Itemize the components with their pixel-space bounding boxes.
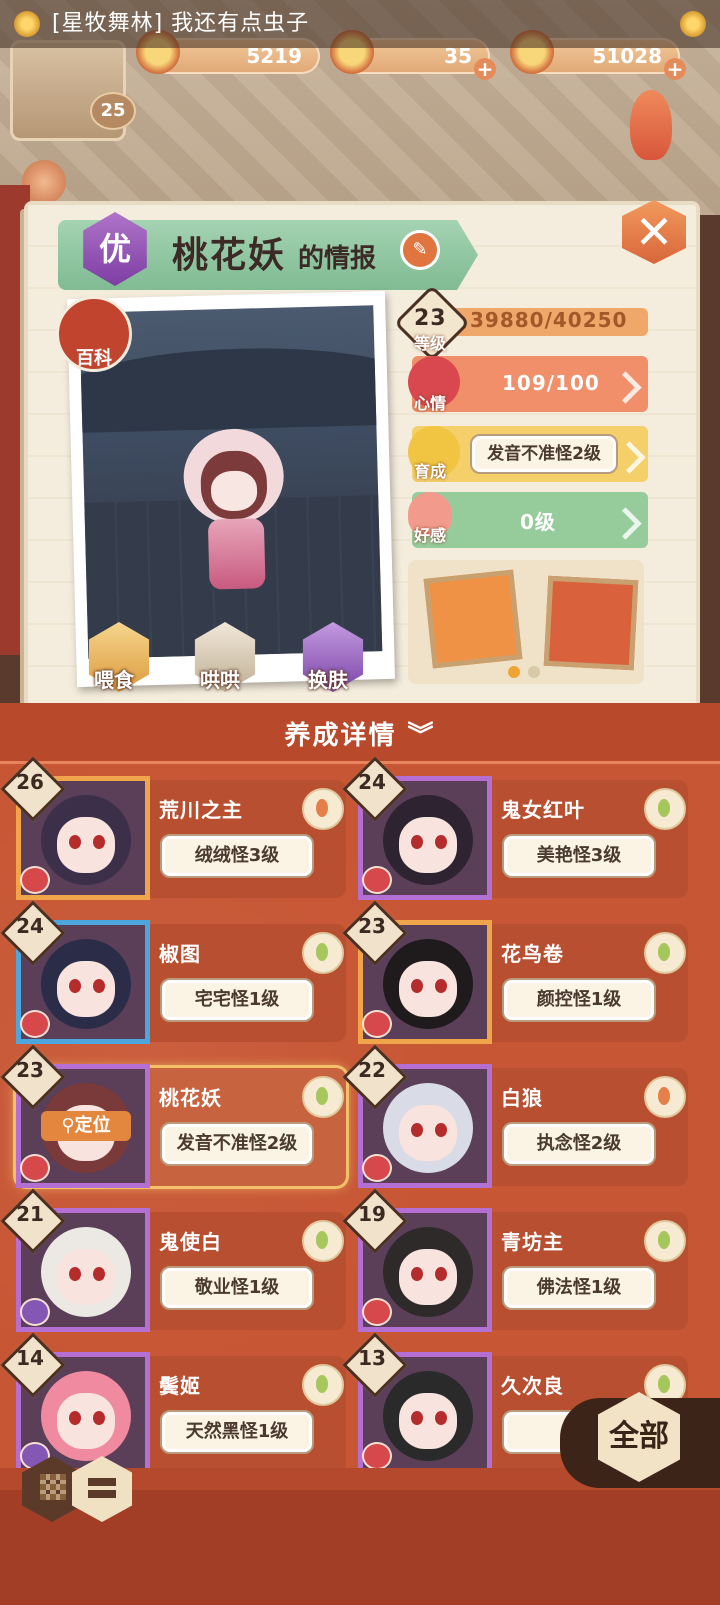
level-label: 等级 (414, 334, 447, 353)
card-tag: 敬业怪1级 (160, 1266, 314, 1310)
page-dot-active (508, 666, 520, 678)
card-tag: 发音不准怪2级 (160, 1122, 314, 1166)
favor-label: 好感 (414, 526, 447, 545)
mood-heart-icon (20, 1010, 50, 1038)
card-level: 19 (358, 1202, 386, 1226)
mood-heart-icon (362, 1154, 392, 1182)
change-skin-label: 换肤 (308, 668, 348, 692)
mood-heart-icon (362, 1010, 392, 1038)
flower-icon (680, 11, 706, 37)
card-level: 23 (358, 914, 386, 938)
growth-label: 育成 (414, 462, 447, 481)
card-name: 青坊主 (501, 1230, 564, 1254)
edit-name-button[interactable]: ✎ (400, 230, 440, 270)
close-icon: ✕ (634, 205, 674, 259)
card-name: 鬼使白 (159, 1230, 222, 1254)
character-card[interactable]: 23 花鸟卷颜控怪1级 (342, 900, 688, 1044)
grid-icon (40, 1474, 66, 1500)
add-resource-2-button[interactable]: + (474, 58, 496, 80)
chat-message: [星牧舞林] 我还有点虫子 (52, 11, 310, 36)
favor-leaf-icon (644, 788, 686, 830)
card-name: 荒川之主 (159, 798, 243, 822)
title-suffix: 的情报 (298, 244, 377, 274)
card-tag: 美艳怪3级 (502, 834, 656, 878)
locate-badge[interactable]: ⚲定位 (41, 1111, 131, 1141)
character-card[interactable]: 24 鬼女红叶美艳怪3级 (342, 756, 688, 900)
level-value: 23 (414, 306, 447, 331)
encyclopedia-label: 百科 (76, 348, 112, 369)
card-name: 鬼女红叶 (501, 798, 585, 822)
card-tag: 佛法怪1级 (502, 1266, 656, 1310)
card-level: 13 (358, 1346, 386, 1370)
mood-heart-icon (20, 1298, 50, 1326)
add-resource-3-button[interactable]: + (664, 58, 686, 80)
card-tag: 执念怪2级 (502, 1122, 656, 1166)
encyclopedia-button[interactable]: 百科 (56, 296, 132, 372)
character-card[interactable]: ⚲定位 23 桃花妖发音不准怪2级 (0, 1044, 346, 1188)
exp-value: 39880/40250 (470, 308, 628, 332)
mood-heart-icon (362, 1442, 392, 1470)
coax-label: 哄哄 (200, 668, 240, 692)
card-name: 鬓姬 (159, 1374, 201, 1398)
character-card[interactable]: 19 青坊主佛法怪1级 (342, 1188, 688, 1332)
character-name: 桃花妖 (172, 235, 287, 276)
page-dot (528, 666, 540, 678)
mystery-card[interactable] (423, 569, 523, 669)
mood-heart-icon (20, 866, 50, 894)
flower-icon (14, 11, 40, 37)
card-level: 24 (358, 770, 386, 794)
feed-label: 喂食 (94, 668, 134, 692)
book-spine (0, 185, 30, 655)
character-card[interactable]: 21 鬼使白敬业怪1级 (0, 1188, 346, 1332)
mood-heart-icon (362, 1298, 392, 1326)
favor-leaf-icon (644, 1076, 686, 1118)
favor-leaf-icon (302, 788, 344, 830)
list-icon (88, 1478, 116, 1500)
favor-leaf-icon (644, 1220, 686, 1262)
character-card[interactable]: 14 鬓姬天然黑怪1级 (0, 1332, 346, 1476)
card-level: 23 (16, 1058, 44, 1082)
chevron-down-icon: ︾ (407, 721, 436, 751)
pencil-icon: ✎ (412, 239, 428, 260)
player-level-badge: 25 (90, 92, 136, 130)
growth-tag: 发音不准怪2级 (470, 434, 618, 474)
card-name: 椒图 (159, 942, 201, 966)
mood-heart-icon (20, 1154, 50, 1182)
mood-value: 109/100 (502, 371, 600, 395)
character-sprite[interactable] (177, 427, 291, 601)
locate-label: 定位 (74, 1115, 111, 1136)
detail-header-text: 养成详情 (284, 721, 397, 751)
favor-leaf-icon (302, 1220, 344, 1262)
card-tag: 天然黑怪1级 (160, 1410, 314, 1454)
card-tag: 绒绒怪3级 (160, 834, 314, 878)
character-card[interactable]: 24 椒图宅宅怪1级 (0, 900, 346, 1044)
card-level: 21 (16, 1202, 44, 1226)
favor-leaf-icon (302, 1076, 344, 1118)
chat-bar[interactable]: [星牧舞林] 我还有点虫子 (0, 0, 720, 48)
mood-heart-icon (362, 866, 392, 894)
fish-decoration-icon (630, 90, 672, 160)
favor-leaf-icon (302, 932, 344, 974)
character-card[interactable]: 26 荒川之主绒绒怪3级 (0, 756, 346, 900)
location-pin-icon: ⚲ (61, 1115, 75, 1136)
card-name: 桃花妖 (159, 1086, 222, 1110)
character-card[interactable]: 22 白狼执念怪2级 (342, 1044, 688, 1188)
card-tag: 颜控怪1级 (502, 978, 656, 1022)
favor-leaf-icon (644, 932, 686, 974)
detail-header-label[interactable]: 养成详情 ︾ (0, 715, 720, 752)
item-card[interactable] (543, 575, 639, 671)
mood-label: 心情 (414, 394, 447, 413)
card-level: 26 (16, 770, 44, 794)
card-name: 白狼 (501, 1086, 543, 1110)
card-name: 久次良 (501, 1374, 564, 1398)
card-level: 24 (16, 914, 44, 938)
card-name: 花鸟卷 (501, 942, 564, 966)
card-tag: 宅宅怪1级 (160, 978, 314, 1022)
card-level: 14 (16, 1346, 44, 1370)
favor-leaf-icon (302, 1364, 344, 1406)
favor-value: 0级 (520, 510, 556, 534)
card-level: 22 (358, 1058, 386, 1082)
